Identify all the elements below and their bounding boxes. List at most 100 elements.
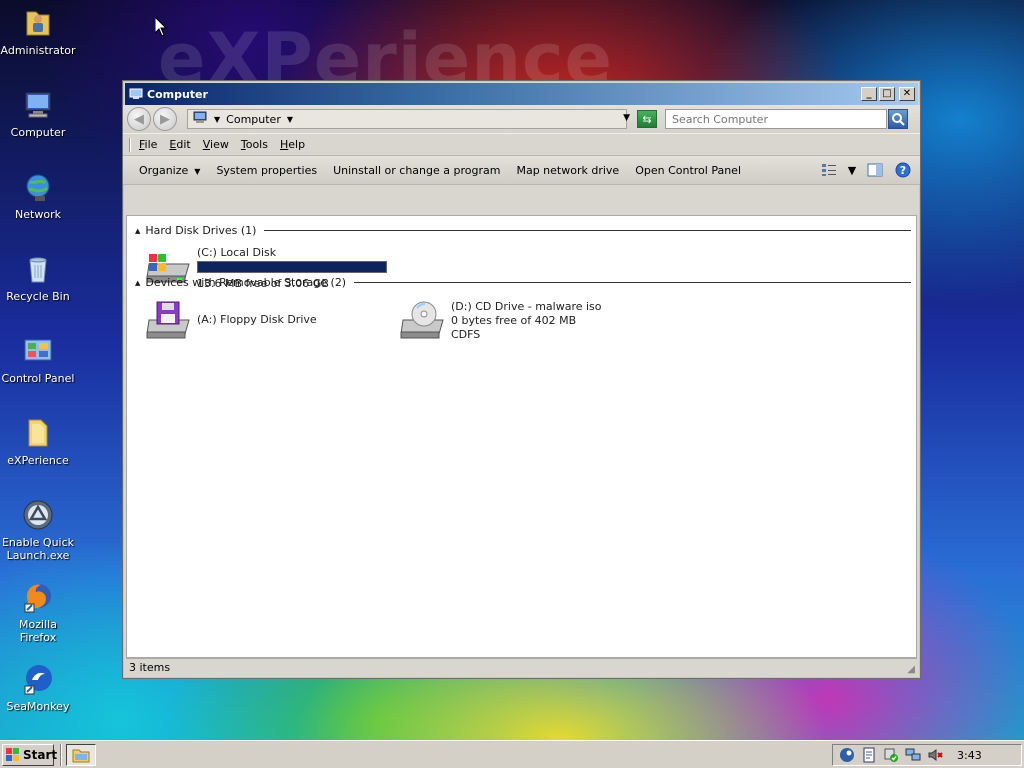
menu-help[interactable]: Help [274,138,311,151]
search-input[interactable] [665,109,887,129]
help-button[interactable]: ? [892,160,914,180]
system-properties-button[interactable]: System properties [208,164,325,177]
arrow-right-icon: ▶ [160,111,170,127]
notepad-icon[interactable] [861,747,877,763]
navigation-bar: ◀ ▶ ▼ Computer ▼ ▼ ⇆ [123,105,920,133]
network-globe-icon [21,170,55,204]
desktop-icon-label: Mozilla Firefox [19,618,57,644]
capacity-bar-fill [198,262,386,272]
desktop-icon-label: SeaMonkey [6,700,70,713]
mouse-pointer-icon [154,15,168,40]
desktop-icon-label: Administrator [0,44,76,57]
desktop-icon-control-panel[interactable]: Control Panel [0,334,76,385]
explorer-folder-icon [72,749,90,762]
capacity-bar [197,261,387,273]
breadcrumb-dropdown-icon[interactable]: ▼ [214,115,220,124]
volume-muted-icon[interactable] [927,747,943,763]
launch-app-icon [21,498,55,532]
drive-name: (C:) Local Disk [197,246,277,259]
organize-button[interactable]: Organize ▼ [131,164,208,177]
control-panel-icon [21,334,55,368]
group-title: Devices with Removable Storage (2) [145,276,347,289]
search-button[interactable] [888,109,908,129]
desktop-icon-computer[interactable]: Computer [0,88,76,139]
start-button[interactable]: Start [2,743,58,766]
firefox-icon [21,580,55,614]
close-button[interactable]: ✕ [899,87,915,101]
start-label: Start [23,747,58,762]
desktop-icon-label: Network [15,208,61,221]
taskbar-separator [60,743,62,766]
title-bar[interactable]: Computer _ □ ✕ [125,83,918,105]
chevron-down-icon: ▼ [194,166,201,176]
resize-grip-icon[interactable]: ◢ [907,664,915,675]
taskbar-button-explorer[interactable] [66,743,96,766]
views-button[interactable] [818,160,840,180]
command-bar: Organize ▼ System properties Uninstall or… [123,155,920,185]
toolbar-grip[interactable] [129,137,131,152]
seamonkey-icon [21,662,55,696]
group-hard-disk-drives[interactable]: ▲ Hard Disk Drives (1) [135,224,911,237]
menu-edit[interactable]: Edit [163,138,196,151]
preview-pane-button[interactable] [864,160,886,180]
window-title: Computer [147,87,208,101]
folder-icon [21,416,55,450]
drive-name: (A:) Floppy Disk Drive [197,313,317,326]
drive-d[interactable]: (D:) CD Drive - malware iso 0 bytes free… [397,300,602,344]
desktop-icon-network[interactable]: Network [0,170,76,221]
system-tray: 3:43 [832,744,1022,766]
refresh-icon: ⇆ [642,112,652,126]
drive-free-space: 0 bytes free of 402 MB [451,314,577,327]
menu-tools[interactable]: Tools [235,138,274,151]
map-network-drive-button[interactable]: Map network drive [508,164,627,177]
steam-icon[interactable] [839,747,855,763]
uninstall-program-button[interactable]: Uninstall or change a program [325,164,508,177]
organize-label: Organize [139,163,189,177]
menu-file[interactable]: File [133,138,163,151]
desktop-icon-enable-quick-launch[interactable]: Enable Quick Launch.exe [0,498,76,562]
svg-text:?: ? [900,164,906,177]
recycle-bin-icon [21,252,55,286]
forward-button[interactable]: ▶ [153,107,177,131]
desktop-icon-label: Enable Quick Launch.exe [1,536,75,562]
breadcrumb-computer[interactable]: Computer [226,113,281,126]
computer-icon [192,111,208,128]
desktop-icon-recycle-bin[interactable]: Recycle Bin [0,252,76,303]
help-icon: ? [895,162,911,178]
drive-filesystem: CDFS [451,328,481,341]
desktop-icon-label: Computer [10,126,66,139]
back-button[interactable]: ◀ [127,107,151,131]
computer-icon [129,88,143,100]
minimize-button[interactable]: _ [861,87,877,101]
refresh-button[interactable]: ⇆ [637,110,657,128]
collapse-caret-icon[interactable]: ▲ [135,227,140,235]
group-title: Hard Disk Drives (1) [145,224,257,237]
drive-a[interactable]: (A:) Floppy Disk Drive [143,300,317,344]
cd-drive-icon [397,300,447,344]
group-removable-storage[interactable]: ▲ Devices with Removable Storage (2) [135,276,911,289]
file-view: ▲ Hard Disk Drives (1) (C:) Local Disk 1… [126,215,917,658]
desktop-icon-administrator[interactable]: Administrator [0,6,76,57]
desktop-icon-seamonkey[interactable]: SeaMonkey [0,662,76,713]
network-computers-icon[interactable] [905,747,921,763]
arrow-left-icon: ◀ [134,111,144,127]
windows-flag-icon [6,747,20,762]
taskbar: Start 3:43 [0,740,1024,768]
open-control-panel-button[interactable]: Open Control Panel [627,164,749,177]
views-dropdown-icon[interactable]: ▼ [846,160,858,180]
address-history-dropdown-icon[interactable]: ▼ [623,113,630,123]
desktop-icon-experience[interactable]: eXPerience [0,416,76,467]
status-bar: 3 items ◢ [126,658,917,676]
security-check-icon[interactable] [883,747,899,763]
clock[interactable]: 3:43 [957,749,982,762]
desktop-icon-mozilla-firefox[interactable]: Mozilla Firefox [0,580,76,644]
group-divider [264,230,911,231]
menu-bar: File Edit View Tools Help [123,133,920,155]
collapse-caret-icon[interactable]: ▲ [135,279,140,287]
maximize-button[interactable]: □ [879,87,895,101]
breadcrumb-chevron-icon[interactable]: ▼ [287,115,293,124]
menu-view[interactable]: View [197,138,235,151]
explorer-window: Computer _ □ ✕ ◀ ▶ ▼ Computer ▼ ▼ ⇆ File… [122,80,921,679]
desktop-icon-label: eXPerience [7,454,69,467]
address-bar[interactable]: ▼ Computer ▼ ▼ [187,109,630,129]
